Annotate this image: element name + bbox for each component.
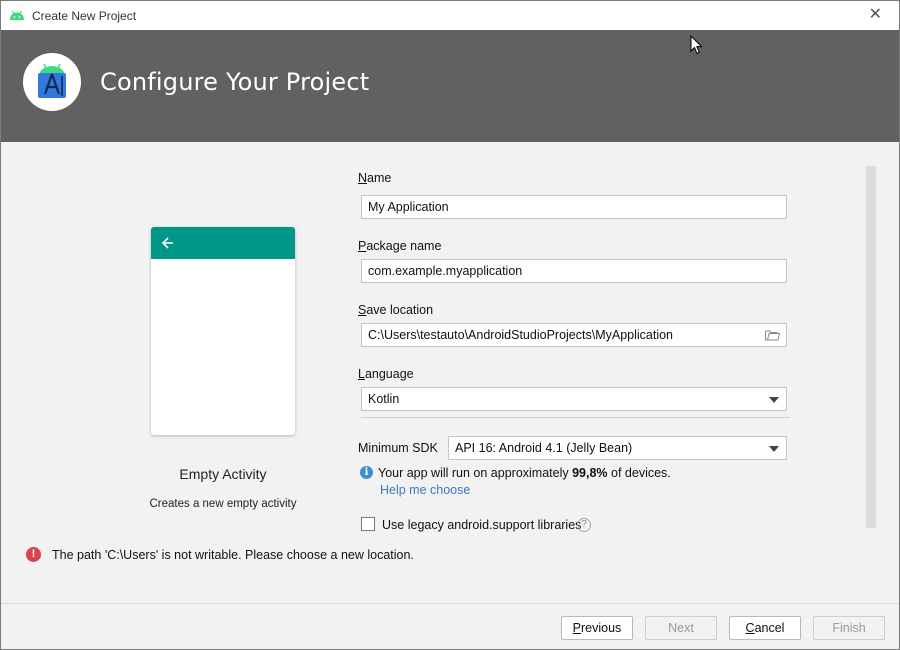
header-banner: Configure Your Project [1,30,899,142]
back-arrow-icon [161,237,173,249]
separator [361,417,790,418]
vertical-scrollbar[interactable] [866,166,876,528]
close-icon[interactable]: ✕ [869,7,882,23]
save-location-field[interactable]: C:\Users\testauto\AndroidStudioProjects\… [361,323,787,347]
save-location-value: C:\Users\testauto\AndroidStudioProjects\… [368,328,674,342]
info-icon: i [360,466,373,479]
mouse-cursor [690,35,703,55]
next-button[interactable]: Next [645,616,717,640]
help-icon[interactable]: ? [577,518,591,532]
dropdown-arrow-icon [769,446,779,452]
name-label: Name [358,171,392,185]
error-message: The path 'C:\Users' is not writable. Ple… [52,548,414,562]
legacy-libraries-label[interactable]: Use legacy android.support libraries [382,518,581,532]
android-icon [10,10,24,20]
content-area: Empty Activity Creates a new empty activ… [1,142,899,603]
language-label: Language [358,367,414,381]
package-name-label: Package name [358,239,442,253]
finish-button[interactable]: Finish [813,616,885,640]
cancel-button[interactable]: Cancel [729,616,801,640]
minimum-sdk-label: Minimum SDK [358,441,438,455]
dialog-footer: Previous Next Cancel Finish [1,603,899,649]
activity-preview [151,227,295,435]
folder-icon[interactable] [765,329,780,341]
save-location-label: Save location [358,303,434,317]
language-dropdown[interactable]: Kotlin [361,387,787,411]
create-project-dialog: Create New Project ✕ Configure Your Proj… [0,0,900,650]
legacy-libraries-checkbox[interactable] [361,517,375,531]
android-studio-logo [23,53,81,111]
activity-description: Creates a new empty activity [149,498,297,510]
minimum-sdk-dropdown[interactable]: API 16: Android 4.1 (Jelly Bean) [448,436,787,460]
name-field[interactable]: My Application [361,195,787,219]
page-title: Configure Your Project [100,68,370,96]
error-icon: ! [26,547,41,562]
package-name-field[interactable]: com.example.myapplication [361,259,787,283]
title-bar: Create New Project ✕ [1,1,899,30]
language-value: Kotlin [368,392,400,406]
dropdown-arrow-icon [769,397,779,403]
previous-button[interactable]: Previous [561,616,633,640]
activity-title: Empty Activity [179,466,267,482]
help-me-choose-link[interactable]: Help me choose [380,483,470,497]
sdk-coverage-text: Your app will run on approximately 99,8%… [378,466,671,480]
window-title: Create New Project [32,9,137,23]
minimum-sdk-value: API 16: Android 4.1 (Jelly Bean) [455,441,633,455]
preview-app-bar [151,227,295,259]
